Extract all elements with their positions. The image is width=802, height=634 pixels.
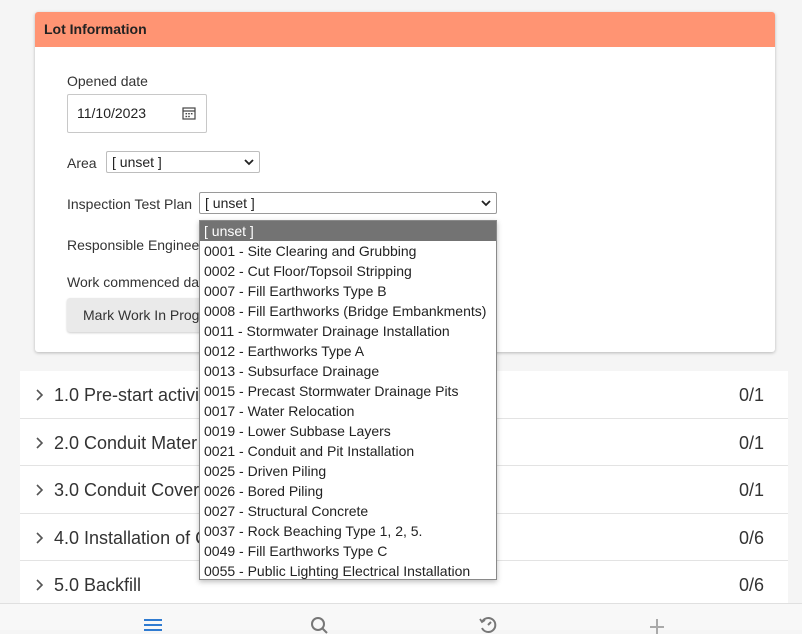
section-title: 5.0 Backfill: [54, 575, 142, 595]
itp-select[interactable]: [ unset ]: [199, 192, 497, 214]
opened-date-label: Opened date: [67, 73, 148, 89]
chevron-down-icon: [244, 159, 254, 166]
dropdown-option[interactable]: 0026 - Bored Piling: [200, 481, 496, 501]
opened-date-value: 11/10/2023: [77, 105, 147, 121]
section-title: 3.0 Conduit Cover: [54, 480, 200, 500]
work-commenced-label: Work commenced da: [67, 274, 200, 290]
dropdown-option[interactable]: 0049 - Fill Earthworks Type C: [200, 541, 496, 561]
bottom-navigation: [0, 603, 802, 634]
dropdown-option[interactable]: 0013 - Subsurface Drainage: [200, 361, 496, 381]
section-count: 0/1: [738, 432, 764, 453]
dropdown-option[interactable]: [ unset ]: [200, 221, 496, 241]
responsible-engineer-label: Responsible Engineer: [67, 237, 204, 253]
opened-date-input[interactable]: 11/10/2023: [67, 94, 207, 133]
dropdown-option[interactable]: 0015 - Precast Stormwater Drainage Pits: [200, 381, 496, 401]
section-count: 0/1: [738, 385, 764, 405]
dropdown-option[interactable]: 0011 - Stormwater Drainage Installation: [200, 321, 496, 341]
section-title: 4.0 Installation of C: [54, 527, 209, 548]
section-title: 1.0 Pre-start activi: [54, 385, 200, 405]
dropdown-option[interactable]: 0025 - Driven Piling: [200, 461, 496, 481]
section-count: 0/1: [738, 480, 764, 500]
chevron-right-icon: [36, 389, 44, 401]
dropdown-option[interactable]: 0037 - Rock Beaching Type 1, 2, 5.: [200, 521, 496, 541]
plus-icon[interactable]: [647, 614, 667, 634]
section-count: 0/6: [738, 527, 764, 548]
dropdown-option[interactable]: 0021 - Conduit and Pit Installation: [200, 441, 496, 461]
section-title: 2.0 Conduit Mater: [54, 432, 198, 453]
dropdown-option[interactable]: 0002 - Cut Floor/Topsoil Stripping: [200, 261, 496, 281]
calendar-icon[interactable]: [182, 106, 196, 120]
itp-dropdown-list: [ unset ] 0001 - Site Clearing and Grubb…: [199, 220, 497, 580]
dropdown-option[interactable]: 0012 - Earthworks Type A: [200, 341, 496, 361]
chevron-right-icon: [36, 436, 44, 449]
area-label: Area: [67, 155, 97, 171]
dropdown-option[interactable]: 0027 - Structural Concrete: [200, 501, 496, 521]
chevron-right-icon: [36, 579, 44, 591]
dropdown-option[interactable]: 0001 - Site Clearing and Grubbing: [200, 241, 496, 261]
card-header: Lot Information: [35, 12, 775, 47]
menu-icon[interactable]: [143, 614, 163, 634]
area-select[interactable]: [ unset ]: [106, 151, 260, 173]
history-icon[interactable]: [478, 614, 498, 634]
area-select-value: [ unset ]: [112, 154, 162, 170]
section-count: 0/6: [738, 575, 764, 595]
itp-label: Inspection Test Plan: [67, 196, 193, 212]
dropdown-option[interactable]: 0017 - Water Relocation: [200, 401, 496, 421]
dropdown-option[interactable]: 0055 - Public Lighting Electrical Instal…: [200, 561, 496, 581]
chevron-down-icon: [481, 200, 491, 207]
chevron-right-icon: [36, 531, 44, 544]
chevron-right-icon: [36, 484, 44, 496]
dropdown-option[interactable]: 0007 - Fill Earthworks Type B: [200, 281, 496, 301]
dropdown-option[interactable]: 0019 - Lower Subbase Layers: [200, 421, 496, 441]
search-icon[interactable]: [310, 614, 330, 634]
dropdown-option[interactable]: 0008 - Fill Earthworks (Bridge Embankmen…: [200, 301, 496, 321]
itp-select-value: [ unset ]: [205, 195, 255, 211]
